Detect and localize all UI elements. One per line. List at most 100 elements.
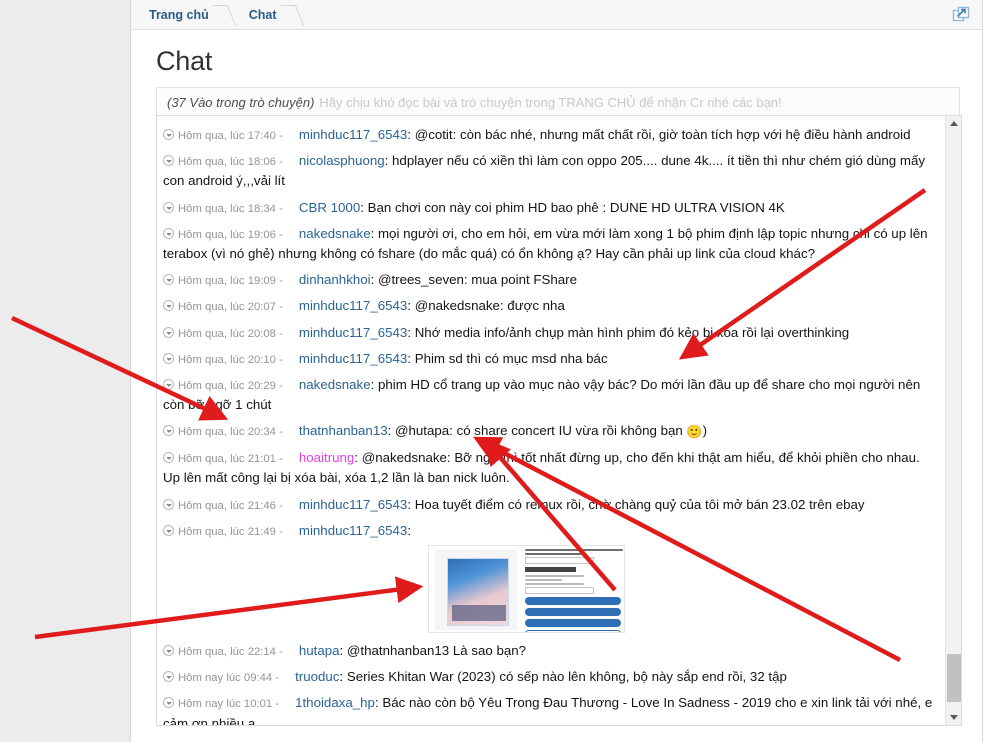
chevron-down-icon[interactable] [163, 300, 174, 312]
watchlist-button [525, 630, 621, 632]
chat-message-list[interactable]: Hôm qua, lúc 17:40 - minhduc117_6543: @co… [156, 115, 962, 726]
chat-notice-text: Hãy chịu khó đọc bài và trò chuyện trong… [319, 94, 782, 110]
listing-meta-line [525, 583, 584, 585]
message-text: : [407, 522, 412, 538]
chevron-down-icon[interactable] [163, 498, 174, 510]
message-timestamp[interactable]: Hôm qua, lúc 19:09 - [163, 274, 283, 287]
message-timestamp[interactable]: Hôm qua, lúc 20:08 - [163, 326, 283, 340]
breadcrumb-items: Trang chủ Chat [131, 0, 301, 30]
message-username[interactable]: CBR 1000 [299, 200, 360, 215]
message-username[interactable]: minhduc117_6543 [299, 523, 407, 538]
chevron-down-icon[interactable] [163, 671, 174, 683]
message-username[interactable]: minhduc117_6543 [299, 127, 407, 142]
scroll-up-arrow-icon[interactable] [946, 116, 961, 132]
message-text-tail: ) [702, 423, 708, 439]
message-timestamp[interactable]: Hôm qua, lúc 21:46 - [163, 498, 283, 512]
message-timestamp[interactable]: Hôm qua, lúc 18:06 - [163, 155, 283, 168]
message-username[interactable]: nicolasphuong [299, 153, 385, 168]
chat-message: Hôm nay lúc 09:44 - truoduc: Series Khita… [163, 664, 942, 690]
chevron-down-icon[interactable] [163, 326, 174, 338]
listing-meta-line [525, 579, 563, 581]
listing-meta-line [525, 575, 584, 577]
message-timestamp[interactable]: Hôm qua, lúc 21:01 - [163, 452, 283, 465]
message-username[interactable]: minhduc117_6543 [299, 298, 407, 313]
breadcrumb-item-home[interactable]: Trang chủ [131, 0, 215, 30]
chevron-down-icon[interactable] [163, 227, 174, 239]
message-timestamp[interactable]: Hôm nay lúc 10:01 - [163, 697, 279, 710]
message-username[interactable]: hutapa [299, 643, 340, 658]
message-timestamp[interactable]: Hôm qua, lúc 20:34 - [163, 425, 283, 438]
product-photo [435, 550, 517, 630]
message-username[interactable]: hoaitrung [299, 450, 354, 465]
message-username[interactable]: minhduc117_6543 [299, 497, 407, 512]
chevron-down-icon[interactable] [163, 425, 174, 437]
message-timestamp[interactable]: Hôm qua, lúc 22:14 - [163, 645, 283, 658]
chevron-down-icon[interactable] [163, 524, 174, 536]
chevron-down-icon[interactable] [163, 645, 174, 656]
message-text: : Hoa tuyết điểm có remux rồi, chờ chàng… [407, 496, 865, 512]
bluray-cover-art [447, 558, 509, 626]
message-username[interactable]: nakedsnake [299, 377, 371, 392]
chat-message: Hôm qua, lúc 19:06 - nakedsnake: mọi ngườ… [163, 221, 942, 267]
message-username[interactable]: dinhanhkhoi [299, 272, 371, 287]
breadcrumb-separator-icon [283, 0, 301, 30]
message-timestamp[interactable]: Hôm qua, lúc 19:06 - [163, 227, 283, 241]
listing-title-line [525, 549, 623, 551]
chat-scrollbar[interactable] [945, 116, 961, 725]
chat-message: Hôm qua, lúc 21:49 - minhduc117_6543: [163, 518, 942, 638]
message-username[interactable]: nakedsnake [299, 226, 371, 241]
chevron-down-icon[interactable] [163, 155, 174, 167]
page-root: Trang chủ Chat Chat (37 Vào trong trò ch… [0, 0, 983, 742]
message-timestamp[interactable]: Hôm nay lúc 09:44 - [163, 671, 279, 684]
message-timestamp[interactable]: Hôm qua, lúc 20:29 - [163, 379, 283, 392]
message-username[interactable]: truoduc [295, 669, 339, 684]
message-text: : @trees_seven: mua point FShare [370, 272, 578, 288]
chevron-down-icon[interactable] [163, 129, 174, 140]
message-timestamp[interactable]: Hôm qua, lúc 21:49 - [163, 524, 283, 538]
chat-message: Hôm qua, lúc 19:09 - dinhanhkhoi: @trees_… [163, 267, 942, 293]
chat-message: Hôm qua, lúc 18:06 - nicolasphuong: hdpla… [163, 148, 942, 194]
message-timestamp[interactable]: Hôm qua, lúc 17:40 - [163, 129, 283, 142]
message-username[interactable]: minhduc117_6543 [299, 351, 407, 366]
scroll-down-arrow-icon[interactable] [946, 709, 961, 725]
smiley-emoji-icon: 🙂 [682, 424, 703, 440]
chat-participant-count: (37 Vào trong trò chuyện) [167, 94, 315, 110]
popout-icon[interactable] [950, 4, 972, 26]
listing-price [525, 567, 576, 572]
chevron-down-icon[interactable] [163, 379, 174, 391]
message-text: : Nhớ media info/ảnh chụp màn hình phim … [407, 324, 850, 340]
message-username[interactable]: minhduc117_6543 [299, 325, 407, 340]
chevron-down-icon[interactable] [163, 274, 174, 286]
message-text: : @thatnhanban13 Là sao bạn? [339, 643, 527, 658]
message-text: : @cotit: còn bác nhé, nhưng mất chất rồ… [407, 127, 911, 142]
breadcrumb-item-chat[interactable]: Chat [233, 0, 283, 30]
chat-message: Hôm qua, lúc 21:01 - hoaitrung: @nakedsna… [163, 445, 942, 491]
chat-message: Hôm qua, lúc 20:08 - minhduc117_6543: Nhớ… [163, 320, 942, 346]
chat-message: Hôm qua, lúc 20:34 - thatnhanban13: @huta… [163, 418, 942, 445]
chevron-down-icon[interactable] [163, 697, 174, 709]
chat-message: Hôm qua, lúc 17:40 - minhduc117_6543: @co… [163, 122, 942, 148]
seller-box [525, 557, 594, 564]
message-text: : @nakedsnake: được nha [407, 298, 565, 314]
chat-message: Hôm qua, lúc 20:10 - minhduc117_6543: Phi… [163, 346, 942, 372]
message-text: : Phim sd thì có mục msd nha bác [407, 350, 608, 366]
message-timestamp[interactable]: Hôm qua, lúc 20:10 - [163, 352, 283, 366]
chevron-down-icon[interactable] [163, 452, 174, 464]
message-text: : Bạn chơi con này coi phim HD bao phê :… [360, 199, 785, 215]
message-attachment-image[interactable] [428, 545, 625, 633]
chat-scroll-viewport: Hôm qua, lúc 17:40 - minhduc117_6543: @co… [157, 116, 946, 725]
message-text: : @hutapa: có share concert IU vừa rồi k… [387, 423, 683, 439]
message-timestamp[interactable]: Hôm qua, lúc 20:07 - [163, 300, 283, 313]
chat-message: Hôm qua, lúc 22:14 - hutapa: @thatnhanban… [163, 638, 942, 664]
breadcrumb: Trang chủ Chat [131, 0, 982, 30]
scrollbar-thumb[interactable] [947, 654, 961, 702]
chevron-down-icon[interactable] [163, 352, 174, 364]
add-to-cart-button [525, 608, 621, 616]
chat-message: Hôm qua, lúc 18:34 - CBR 1000: Bạn chơi c… [163, 195, 942, 221]
message-username[interactable]: 1thoidaxa_hp [295, 695, 375, 710]
breadcrumb-separator-icon [215, 0, 233, 30]
listing-details [525, 549, 623, 632]
message-timestamp[interactable]: Hôm qua, lúc 18:34 - [163, 201, 283, 215]
message-username[interactable]: thatnhanban13 [299, 423, 388, 438]
chevron-down-icon[interactable] [163, 201, 174, 213]
